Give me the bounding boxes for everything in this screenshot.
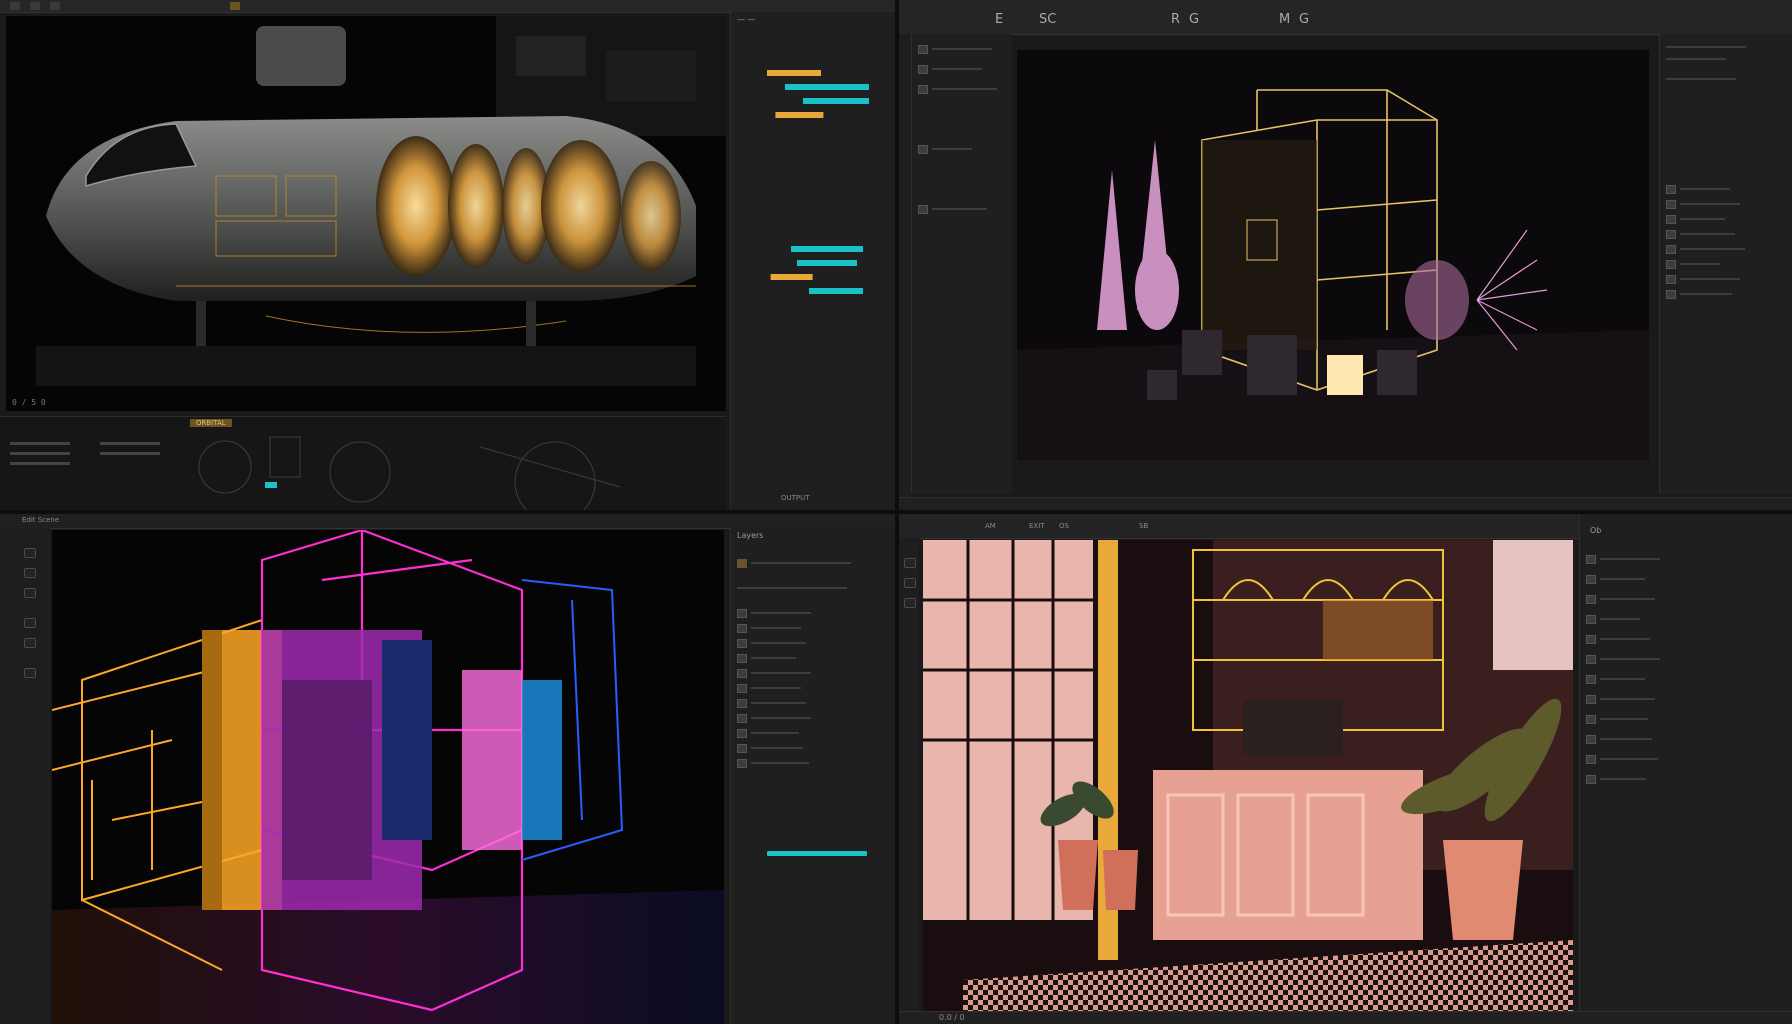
outliner-panel: [911, 34, 1012, 494]
window-bottom-right: AM EXIT OS SB Ob 0.0 / 0: [899, 514, 1792, 1024]
toolbar-text[interactable]: AM: [985, 522, 996, 530]
timeline-bar[interactable]: [785, 84, 869, 90]
camera-tool-icon[interactable]: [24, 668, 36, 678]
left-toolstrip: [899, 538, 919, 1024]
toolbar[interactable]: E SC R G M G: [899, 0, 1792, 35]
edit-icon[interactable]: [50, 2, 60, 10]
object-panel: Ob: [1579, 514, 1792, 1024]
left-toolstrip: [899, 34, 911, 510]
menu-icon[interactable]: [10, 2, 20, 10]
node-strip: ORBITAL: [0, 416, 726, 510]
timeline-bar[interactable]: [803, 98, 869, 104]
brush-tool-icon[interactable]: [24, 638, 36, 648]
move-tool-icon[interactable]: [904, 578, 916, 588]
spaceship-render: [6, 16, 726, 411]
layers-panel: Layers: [730, 528, 895, 1024]
filmstrip-chip[interactable]: ORBITAL: [190, 419, 232, 427]
toolbar-letter[interactable]: E: [995, 12, 1003, 27]
timeline-bar[interactable]: [791, 246, 863, 252]
toolbar-letter[interactable]: G: [1299, 12, 1309, 27]
toolbar-text[interactable]: OS: [1059, 522, 1069, 530]
move-tool-icon[interactable]: [24, 568, 36, 578]
neon-wireframe-render: [52, 530, 724, 1024]
select-tool-icon[interactable]: [24, 548, 36, 558]
timeline-tracks: [767, 70, 869, 294]
status-bar: 0.0 / 0: [899, 1011, 1792, 1024]
active-tab-icon[interactable]: [230, 2, 240, 10]
viewport-label: 0 / 5 0: [12, 398, 46, 407]
timeline-bar[interactable]: [797, 260, 857, 266]
timeline-bar[interactable]: [770, 274, 813, 280]
timeline-panel: — — OUTPUT: [730, 12, 895, 510]
window-title: Edit Scene: [22, 516, 60, 524]
status-text: 0.0 / 0: [939, 1013, 965, 1022]
window-top-right: E SC R G M G: [899, 0, 1792, 510]
panel-title: Layers: [737, 531, 764, 540]
properties-panel: [1659, 34, 1792, 494]
render-viewport[interactable]: 0 / 5 0: [6, 16, 726, 411]
select-tool-icon[interactable]: [904, 558, 916, 568]
schematic-thumbnails: [10, 436, 621, 510]
panel-header: — —: [737, 15, 756, 24]
toolbar-letter[interactable]: SC: [1039, 12, 1056, 27]
window-top-left: 0 / 5 0 ORBITAL — — OUTPUT: [0, 0, 895, 510]
timeline-bar[interactable]: [775, 112, 824, 118]
file-icon[interactable]: [30, 2, 40, 10]
title-bar: Edit Scene: [0, 514, 895, 529]
render-viewport[interactable]: [1017, 50, 1649, 460]
status-bar: [899, 497, 1792, 510]
toolbar-letter[interactable]: M: [1279, 12, 1290, 27]
scale-tool-icon[interactable]: [24, 618, 36, 628]
timeline-bar[interactable]: [809, 288, 863, 294]
rotate-tool-icon[interactable]: [904, 598, 916, 608]
timeline-bar[interactable]: [767, 70, 821, 76]
panel-footer: OUTPUT: [781, 494, 810, 502]
render-viewport[interactable]: [52, 530, 724, 1024]
toolbar-letter[interactable]: R: [1171, 12, 1180, 27]
render-viewport[interactable]: [923, 540, 1573, 1014]
toolbar-text[interactable]: SB: [1139, 522, 1148, 530]
golden-room-render: [1017, 50, 1649, 460]
pink-cafe-render: [923, 540, 1573, 1014]
toolbar-text[interactable]: EXIT: [1029, 522, 1045, 530]
toolbar-letter[interactable]: G: [1189, 12, 1199, 27]
rotate-tool-icon[interactable]: [24, 588, 36, 598]
left-toolstrip: [0, 528, 50, 1024]
window-bottom-left: Edit Scene Layers: [0, 514, 895, 1024]
panel-title: Ob: [1590, 526, 1602, 535]
